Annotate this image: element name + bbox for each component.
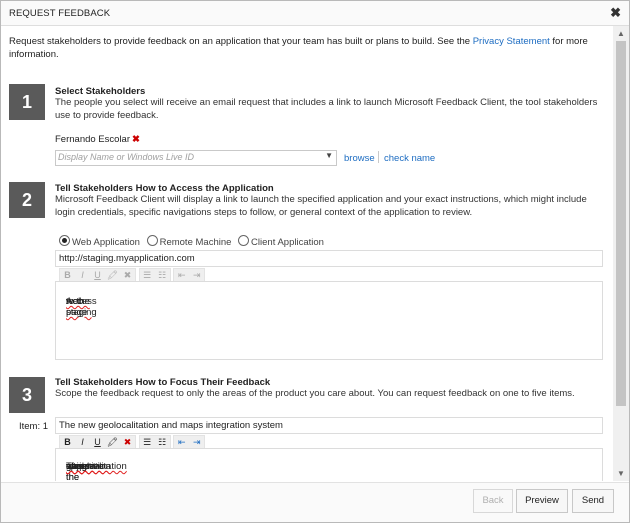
preview-button[interactable]: Preview [516,489,568,513]
stakeholder-name: Fernando Escolar [55,134,130,145]
step-2-badge: 2 [9,182,45,218]
item-title-value: The new geolocalitation and maps integra… [59,420,283,431]
intro-text: Request stakeholders to provide feedback… [9,35,594,61]
step-3-format-toolbar: B I U 🖍 ✖ ☰ ☷ ⇤ ⇥ [59,435,206,450]
item-title-input[interactable]: The new geolocalitation and maps integra… [55,417,603,434]
radio-unselected-icon [146,235,158,246]
stakeholder-search-input[interactable]: Display Name or Windows Live ID ▼ [55,150,337,166]
instructions-part: web page [66,296,88,318]
item-details-editor[interactable]: The geolocalitation an google maps integ… [55,448,603,481]
dialog-titlebar: REQUEST FEEDBACK ✖ [1,1,629,26]
dialog-title: REQUEST FEEDBACK [9,8,111,19]
chevron-down-icon[interactable]: ▼ [325,151,333,160]
privacy-statement-link[interactable]: Privacy Statement [473,36,550,47]
browse-link[interactable]: browse [344,153,375,164]
item-label: Item: 1 [19,421,49,432]
scrollbar-thumb[interactable] [616,41,626,406]
application-url-value: http://staging.myapplication.com [59,253,195,264]
item-detail-part: . [66,461,69,472]
step-3-description: Scope the feedback request to only the a… [55,388,575,399]
step-2-description: Microsoft Feedback Client will display a… [55,194,587,218]
access-instructions-editor[interactable]: Access to the staging web page [55,281,603,360]
close-icon[interactable]: ✖ [610,5,621,21]
step-1-badge: 1 [9,84,45,120]
scroll-up-icon[interactable]: ▲ [617,29,625,38]
check-name-link[interactable]: check name [384,153,435,164]
radio-client-application-label: Client Application [251,237,324,248]
back-button[interactable]: Back [473,489,513,513]
scroll-down-icon[interactable]: ▼ [617,469,625,478]
stakeholder-tag: Fernando Escolar ✖ [55,133,140,147]
step-1-description: The people you select will receive an em… [55,97,598,121]
misspelled-text: sprint [66,461,90,472]
intro-text-before: Request stakeholders to provide feedback… [9,36,473,47]
step-3-heading: Tell Stakeholders How to Focus Their Fee… [55,377,271,388]
radio-unselected-icon [238,235,250,246]
step-2-format-toolbar: B I U 🖍 ✖ ☰ ☷ ⇤ ⇥ [59,268,206,283]
step-3-badge: 3 [9,377,45,413]
access-type-radio-group: Web Application Remote Machine Client Ap… [59,235,328,248]
step-1-heading: Select Stakeholders [55,86,146,97]
request-feedback-dialog: REQUEST FEEDBACK ✖ Request stakeholders … [0,0,630,523]
send-button[interactable]: Send [572,489,614,513]
link-separator [378,151,379,163]
radio-web-application[interactable]: Web Application [59,235,140,248]
radio-web-application-label: Web Application [72,237,140,248]
radio-selected-icon [59,235,70,246]
vertical-scrollbar[interactable]: ▲ ▼ [613,26,629,481]
radio-client-application[interactable]: Client Application [238,235,324,248]
radio-remote-machine-label: Remote Machine [159,237,232,248]
remove-stakeholder-icon[interactable]: ✖ [132,134,140,145]
application-url-input[interactable]: http://staging.myapplication.com [55,250,603,267]
radio-remote-machine[interactable]: Remote Machine [146,235,232,248]
stakeholder-input-placeholder: Display Name or Windows Live ID [58,152,194,162]
dialog-footer: Back Preview Send [1,482,629,522]
step-2-heading: Tell Stakeholders How to Access the Appl… [55,183,274,194]
dialog-content: Request stakeholders to provide feedback… [1,26,613,481]
